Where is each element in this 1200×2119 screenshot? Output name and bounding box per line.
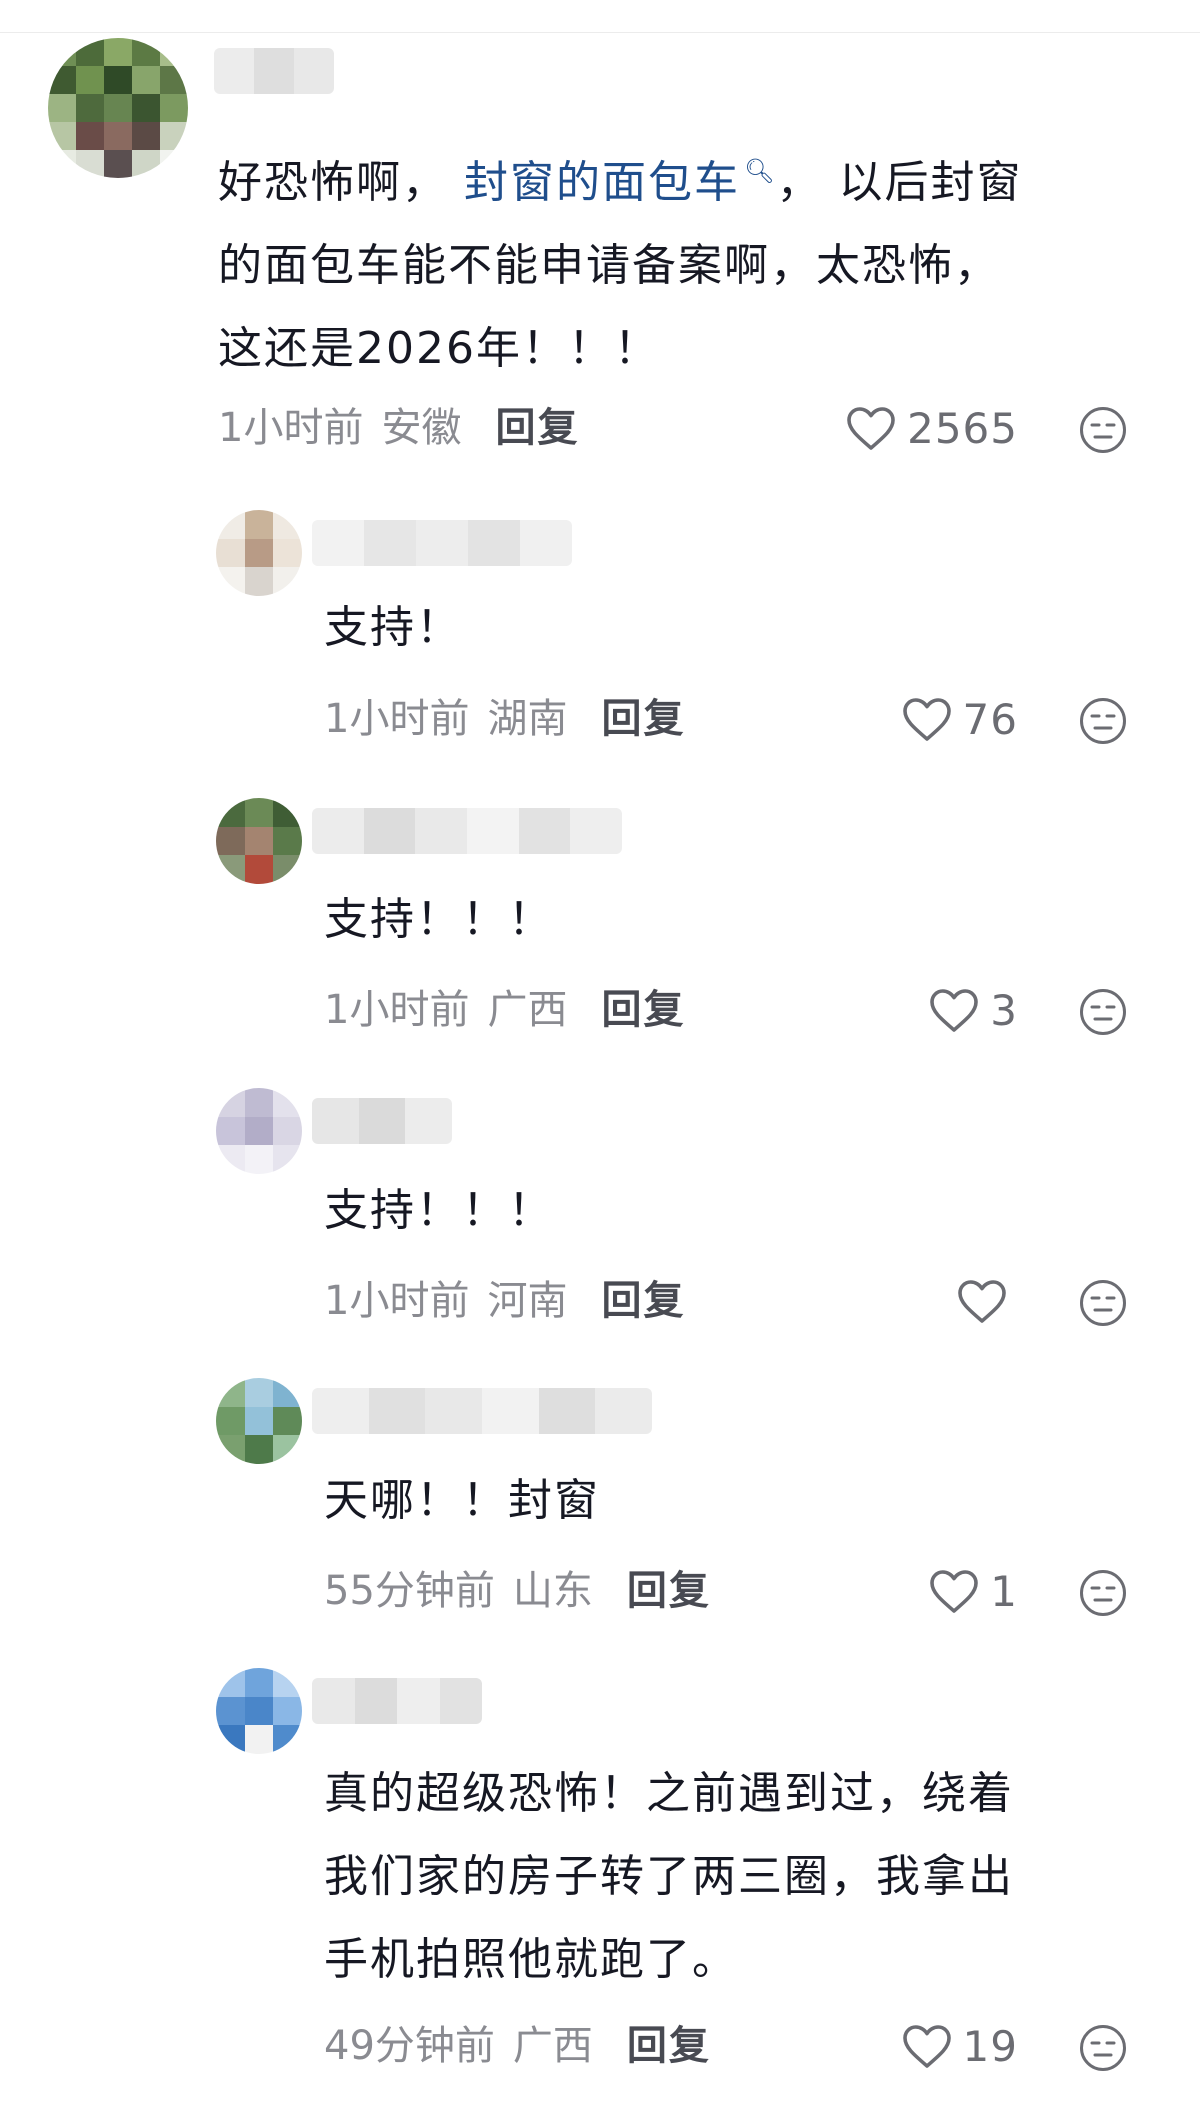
- reply-button[interactable]: 回复: [601, 694, 685, 744]
- username-blurred[interactable]: [312, 808, 622, 854]
- reply-meta: 1小时前 河南 回复: [324, 1276, 685, 1326]
- timestamp: 1小时前: [218, 405, 364, 451]
- dislike-button[interactable]: [1078, 1568, 1128, 1618]
- heart-outline-icon: [930, 1570, 979, 1613]
- timestamp: 49分钟前: [324, 2023, 495, 2069]
- meh-face-icon: [1080, 1280, 1126, 1326]
- reply-text: 真的超级恐怖！之前遇到过，绕着 我们家的房子转了两三圈，我拿出 手机拍照他就跑了…: [324, 1768, 1014, 1985]
- like-count: 19: [962, 2021, 1018, 2071]
- meh-face-icon: [1080, 698, 1126, 744]
- like-count: 1: [990, 1566, 1018, 1616]
- like-count: 2565: [907, 403, 1018, 453]
- reply-text: 支持！！！: [324, 1185, 554, 1236]
- search-icon: 🔍︎: [744, 157, 777, 185]
- reply-text: 天哪！！封窗: [324, 1475, 600, 1526]
- dislike-button[interactable]: [1078, 2023, 1128, 2073]
- reply-button[interactable]: 回复: [601, 985, 685, 1035]
- reply-button[interactable]: 回复: [627, 1566, 711, 1616]
- meh-face-icon: [1080, 1570, 1126, 1616]
- like-button[interactable]: 2565: [840, 400, 1018, 456]
- reply-meta: 55分钟前 山东 回复: [324, 1566, 711, 1616]
- topic-link[interactable]: 封窗的面包车 🔍︎: [464, 157, 776, 208]
- heart-outline-icon: [847, 407, 895, 450]
- like-button[interactable]: 76: [860, 691, 1018, 747]
- region: 河南: [487, 1278, 568, 1324]
- region: 山东: [512, 1568, 593, 1614]
- comment-text: 好恐怖啊， 封窗的面包车 🔍︎， 以后封窗 的面包车能不能申请备案啊，太恐怖， 这…: [218, 157, 1023, 374]
- avatar[interactable]: [216, 510, 302, 596]
- timestamp: 1小时前: [324, 1278, 470, 1324]
- username-blurred[interactable]: [312, 1678, 482, 1724]
- reply-button[interactable]: 回复: [495, 403, 579, 453]
- avatar[interactable]: [48, 38, 188, 178]
- heart-outline-icon: [930, 989, 979, 1032]
- username-blurred[interactable]: [312, 1098, 452, 1144]
- top-divider: [0, 0, 1200, 33]
- meh-face-icon: [1080, 989, 1126, 1035]
- comment-meta: 1小时前 安徽 回复: [218, 403, 579, 453]
- meh-face-icon: [1080, 407, 1126, 453]
- reply-meta: 1小时前 广西 回复: [324, 985, 685, 1035]
- timestamp: 1小时前: [324, 696, 470, 742]
- heart-outline-icon: [958, 1280, 1006, 1323]
- region: 安徽: [381, 405, 462, 451]
- username-blurred[interactable]: [312, 520, 572, 566]
- username-blurred[interactable]: [312, 1388, 652, 1434]
- timestamp: 55分钟前: [324, 1568, 495, 1614]
- region: 广西: [512, 2023, 593, 2069]
- reply-text: 支持！: [324, 602, 462, 653]
- like-button[interactable]: 19: [860, 2018, 1018, 2074]
- like-button[interactable]: [900, 1273, 1018, 1329]
- meh-face-icon: [1080, 2025, 1126, 2071]
- like-count: 3: [990, 985, 1018, 1035]
- dislike-button[interactable]: [1078, 405, 1128, 455]
- avatar[interactable]: [216, 1378, 302, 1464]
- timestamp: 1小时前: [324, 987, 470, 1033]
- reply-meta: 49分钟前 广西 回复: [324, 2021, 711, 2071]
- like-button[interactable]: 3: [880, 982, 1018, 1038]
- like-count: 76: [962, 694, 1018, 744]
- region: 广西: [487, 987, 568, 1033]
- username-blurred[interactable]: [214, 48, 334, 94]
- dislike-button[interactable]: [1078, 696, 1128, 746]
- reply-text: 支持！！！: [324, 894, 554, 945]
- reply-meta: 1小时前 湖南 回复: [324, 694, 685, 744]
- heart-outline-icon: [902, 698, 951, 741]
- heart-outline-icon: [902, 2025, 951, 2068]
- dislike-button[interactable]: [1078, 987, 1128, 1037]
- avatar[interactable]: [216, 1088, 302, 1174]
- avatar[interactable]: [216, 798, 302, 884]
- region: 湖南: [487, 696, 568, 742]
- reply-button[interactable]: 回复: [601, 1276, 685, 1326]
- like-button[interactable]: 1: [880, 1563, 1018, 1619]
- avatar[interactable]: [216, 1668, 302, 1754]
- reply-button[interactable]: 回复: [627, 2021, 711, 2071]
- dislike-button[interactable]: [1078, 1278, 1128, 1328]
